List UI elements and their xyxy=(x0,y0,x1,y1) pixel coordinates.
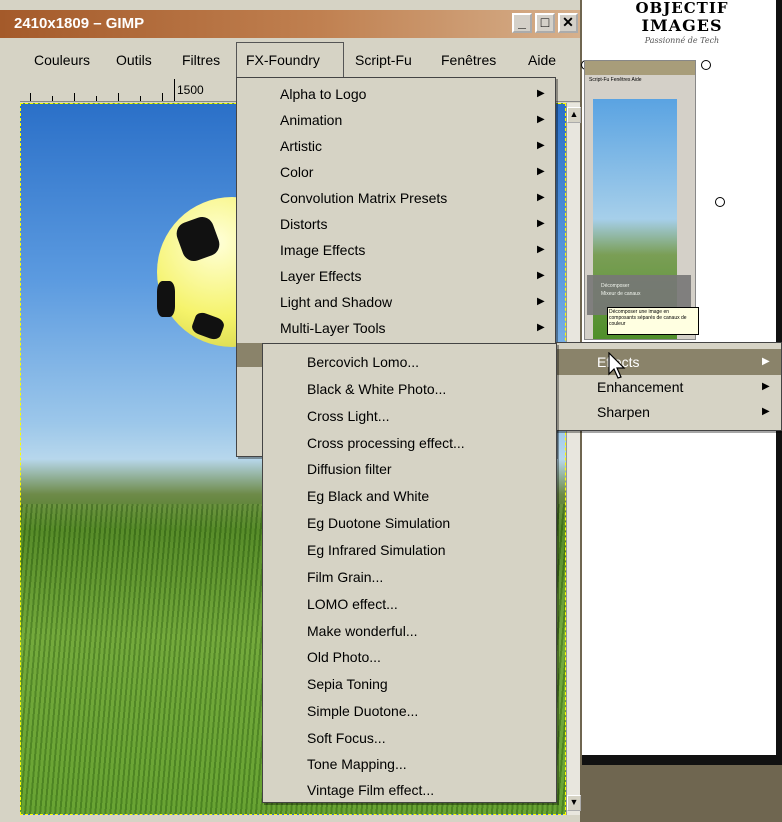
menu-item-animation[interactable]: Animation ▶ xyxy=(237,107,555,133)
effect-eg-infrared[interactable]: Eg Infrared Simulation xyxy=(263,537,556,563)
submenu-item-effects[interactable]: Effects▶ xyxy=(556,349,781,375)
mini-tooltip: Décomposer une image en composants sépar… xyxy=(607,307,699,335)
submenu-arrow-icon: ▶ xyxy=(762,381,770,392)
submenu-arrow-icon: ▶ xyxy=(537,218,545,229)
effect-lomo[interactable]: LOMO effect... xyxy=(263,591,556,617)
submenu-arrow-icon: ▶ xyxy=(537,270,545,281)
objectif-images-logo: OBJECTIF IMAGES Passionné de Tech xyxy=(612,0,752,60)
window-titlebar[interactable]: 2410x1809 – GIMP xyxy=(0,10,580,38)
mini-menubar: Script-Fu Fenêtres Aide xyxy=(589,77,642,83)
effect-cross-processing[interactable]: Cross processing effect... xyxy=(263,430,556,456)
selection-handle xyxy=(715,197,725,207)
menu-item-distorts[interactable]: Distorts ▶ xyxy=(237,211,555,237)
effect-make-wonderful[interactable]: Make wonderful... xyxy=(263,618,556,644)
effect-simple-duotone[interactable]: Simple Duotone... xyxy=(263,698,556,724)
minimize-button[interactable]: _ xyxy=(512,13,532,33)
submenu-arrow-icon: ▶ xyxy=(537,114,545,125)
mini-menu-item-2: Mixeur de canaux xyxy=(601,291,641,297)
menu-aide[interactable]: Aide xyxy=(528,49,556,71)
scroll-down-button[interactable]: ▼ xyxy=(567,795,581,811)
menu-fenetres[interactable]: Fenêtres xyxy=(441,49,496,71)
submenu-arrow-icon: ▶ xyxy=(537,192,545,203)
effect-sepia-toning[interactable]: Sepia Toning xyxy=(263,671,556,697)
menu-item-multi-layer[interactable]: Multi-Layer Tools ▶ xyxy=(237,315,555,341)
logo-line-3: Passionné de Tech xyxy=(644,36,720,45)
effect-tone-mapping[interactable]: Tone Mapping... xyxy=(263,751,556,777)
menu-filtres[interactable]: Filtres xyxy=(182,49,220,71)
effect-old-photo[interactable]: Old Photo... xyxy=(263,644,556,670)
menu-item-artistic[interactable]: Artistic ▶ xyxy=(237,133,555,159)
maximize-button[interactable]: □ xyxy=(535,13,555,33)
submenu-arrow-icon: ▶ xyxy=(537,244,545,255)
menu-item-alpha-to-logo[interactable]: Alpha to Logo ▶ xyxy=(237,81,555,107)
mini-titlebar xyxy=(585,61,695,75)
window-title: 2410x1809 – GIMP xyxy=(14,15,145,32)
logo-line-1: OBJECTIF xyxy=(635,0,729,17)
effect-eg-duotone[interactable]: Eg Duotone Simulation xyxy=(263,510,556,536)
submenu-arrow-icon: ▶ xyxy=(537,296,545,307)
menu-script-fu[interactable]: Script-Fu xyxy=(355,49,412,71)
effect-diffusion-filter[interactable]: Diffusion filter xyxy=(263,456,556,482)
submenu-arrow-icon: ▶ xyxy=(537,88,545,99)
effect-bercovich-lomo[interactable]: Bercovich Lomo... xyxy=(263,349,556,375)
mini-gimp-screenshot: Script-Fu Fenêtres Aide Décomposer Mixeu… xyxy=(584,60,699,340)
effect-film-grain[interactable]: Film Grain... xyxy=(263,564,556,590)
submenu-arrow-icon: ▶ xyxy=(537,322,545,333)
scroll-up-button[interactable]: ▲ xyxy=(567,107,581,123)
effect-bw-photo[interactable]: Black & White Photo... xyxy=(263,376,556,402)
logo-line-2: IMAGES xyxy=(641,16,723,35)
effect-eg-bw[interactable]: Eg Black and White xyxy=(263,483,556,509)
submenu-item-enhancement[interactable]: Enhancement ▶ xyxy=(556,374,781,400)
screenshot-root: OBJECTIF IMAGES Passionné de Tech Script… xyxy=(0,0,782,822)
menu-item-layer-effects[interactable]: Layer Effects ▶ xyxy=(237,263,555,289)
menu-outils[interactable]: Outils xyxy=(116,49,152,71)
effect-cross-light[interactable]: Cross Light... xyxy=(263,403,556,429)
close-button[interactable]: ✕ xyxy=(558,13,578,33)
ruler-label: 1500 xyxy=(177,83,204,97)
menu-item-image-effects[interactable]: Image Effects ▶ xyxy=(237,237,555,263)
vertical-scrollbar[interactable]: ▲ ▼ xyxy=(566,103,581,815)
selection-handle xyxy=(701,60,711,70)
menu-item-convolution[interactable]: Convolution Matrix Presets ▶ xyxy=(237,185,555,211)
photo-submenu: Effects▶ Enhancement▶ Sharpen▶ xyxy=(555,342,782,431)
submenu-arrow-icon: ▶ xyxy=(537,140,545,151)
submenu-arrow-icon: ▶ xyxy=(762,356,770,367)
mouse-cursor-icon xyxy=(608,352,626,379)
submenu-item-sharpen[interactable]: Sharpen ▶ xyxy=(556,399,781,425)
submenu-arrow-icon: ▶ xyxy=(762,406,770,417)
menu-couleurs[interactable]: Couleurs xyxy=(34,49,90,71)
effects-menu: Bercovich Lomo... Black & White Photo...… xyxy=(262,343,557,803)
menu-item-color[interactable]: Color ▶ xyxy=(237,159,555,185)
effect-vintage-film[interactable]: Vintage Film effect... xyxy=(263,777,556,803)
menu-fx-foundry[interactable]: FX-Foundry xyxy=(246,49,320,71)
menu-item-light-shadow[interactable]: Light and Shadow ▶ xyxy=(237,289,555,315)
submenu-arrow-icon: ▶ xyxy=(537,166,545,177)
mini-menu-item-1: Décomposer xyxy=(601,283,630,289)
effect-soft-focus[interactable]: Soft Focus... xyxy=(263,725,556,751)
